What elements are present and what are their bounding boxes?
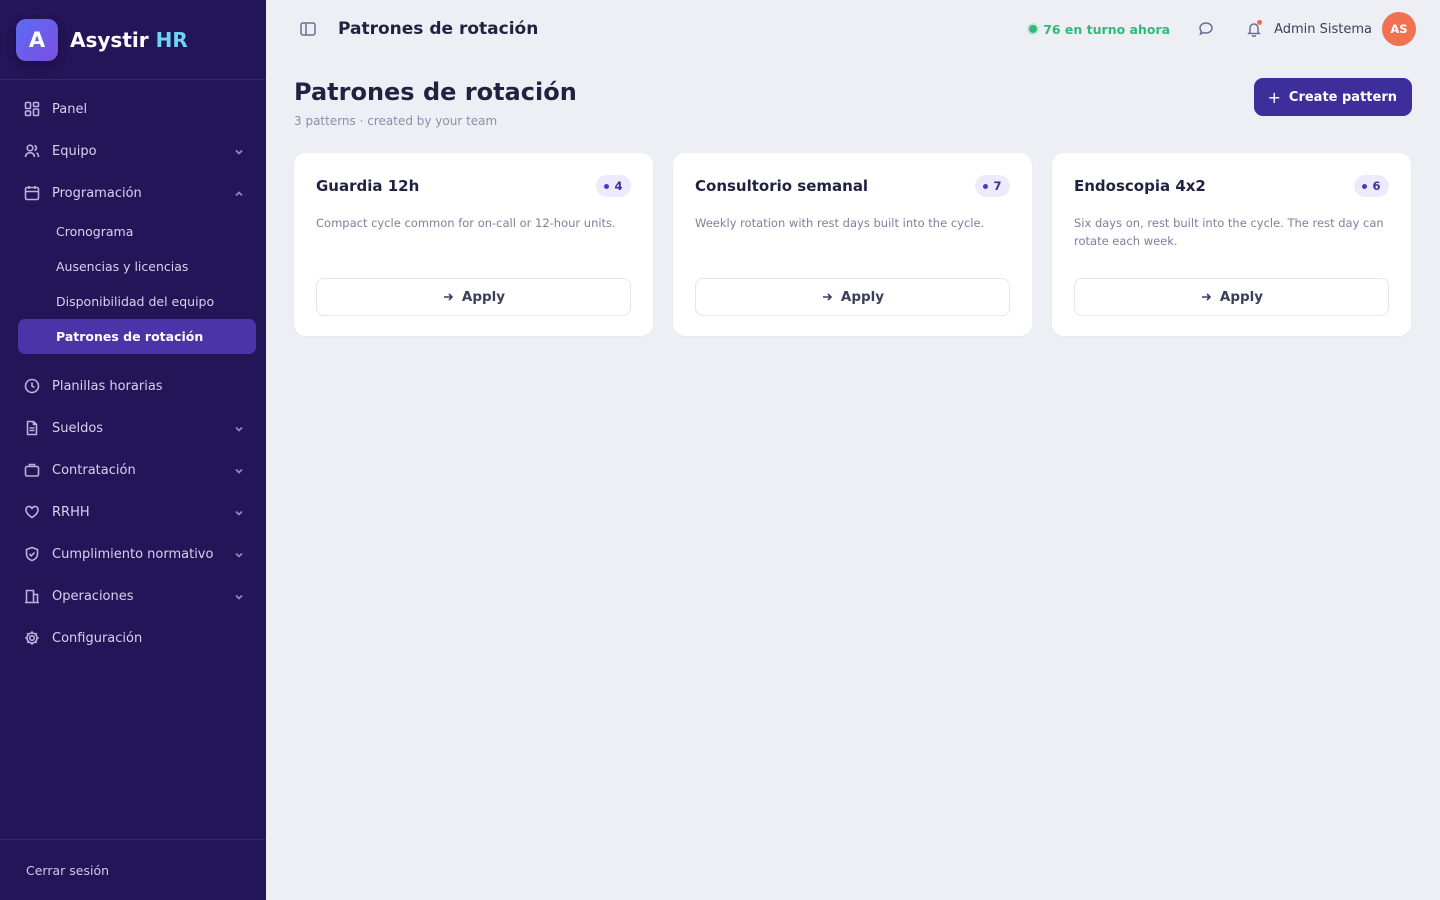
- arrow-right-icon: [1200, 291, 1212, 303]
- chevron-down-icon: [234, 549, 244, 559]
- arrow-right-icon: [821, 291, 833, 303]
- avatar[interactable]: AS: [1382, 12, 1416, 46]
- pattern-description: Six days on, rest built into the cycle. …: [1074, 216, 1384, 248]
- sidebar-item-label: Contratación: [52, 462, 136, 478]
- sidebar-item-label: Cumplimiento normativo: [52, 546, 214, 562]
- on-duty-label: 76 en turno ahora: [1043, 21, 1171, 37]
- sidebar-subitem-patrones[interactable]: Patrones de rotación: [18, 319, 256, 354]
- sidebar-item-contratacion[interactable]: Contratación: [0, 449, 266, 491]
- chevron-down-icon: [234, 146, 244, 156]
- count-badge: 6: [1354, 175, 1389, 197]
- apply-label: Apply: [840, 289, 885, 305]
- sidebar-item-sueldos[interactable]: Sueldos: [0, 407, 266, 449]
- sidebar-item-label: RRHH: [52, 504, 90, 520]
- sidebar-item-label: Equipo: [52, 143, 97, 159]
- sidebar-item-label: Sueldos: [52, 420, 104, 436]
- brand-name-main: Asystir: [70, 27, 149, 52]
- sidebar-item-label: Configuración: [52, 630, 143, 646]
- pattern-title: Guardia 12h: [316, 177, 420, 195]
- user-name[interactable]: Admin Sistema: [1274, 22, 1372, 37]
- pattern-cards: Guardia 12h 4 Compact cycle common for o…: [294, 153, 1412, 336]
- apply-label: Apply: [461, 289, 506, 305]
- dot-icon: [1362, 183, 1368, 189]
- sidebar-item-label: Operaciones: [52, 588, 134, 604]
- briefcase-icon: [24, 462, 40, 478]
- brand[interactable]: A Asystir HR: [0, 0, 266, 80]
- shield-icon: [24, 546, 40, 562]
- sidebar-item-label: Panel: [52, 101, 88, 117]
- logout-button[interactable]: Cerrar sesión: [0, 839, 266, 900]
- chat-icon[interactable]: [1196, 19, 1216, 39]
- page-header: Patrones de rotación 3 patterns · create…: [294, 78, 1412, 128]
- count-value: 7: [993, 179, 1002, 193]
- bell-icon[interactable]: [1244, 19, 1264, 39]
- on-duty-status[interactable]: 76 en turno ahora: [1029, 22, 1170, 37]
- users-icon: [24, 143, 40, 159]
- page-title: Patrones de rotación: [294, 78, 577, 106]
- heart-icon: [24, 504, 40, 520]
- sidebar-item-equipo[interactable]: Equipo: [0, 130, 266, 172]
- arrow-right-icon: [442, 291, 454, 303]
- pattern-card: Endoscopia 4x2 6 Six days on, rest built…: [1052, 153, 1411, 336]
- sidebar-subitem-cronograma[interactable]: Cronograma: [0, 214, 266, 249]
- sidebar-item-operaciones[interactable]: Operaciones: [0, 575, 266, 617]
- brand-name: Asystir HR: [70, 28, 188, 52]
- logo: A: [16, 18, 58, 61]
- building-icon: [24, 588, 40, 604]
- clock-icon: [24, 378, 40, 394]
- calendar-icon: [24, 185, 40, 201]
- sidebar-item-label: Planillas horarias: [52, 378, 163, 394]
- sidebar-item-label: Programación: [52, 185, 142, 201]
- dashboard-icon: [24, 101, 40, 117]
- dot-icon: [983, 183, 989, 189]
- status-dot-icon: [1029, 25, 1038, 33]
- pattern-card: Consultorio semanal 7 Weekly rotation wi…: [673, 153, 1032, 336]
- pattern-description: Compact cycle common for on-call or 12-h…: [316, 216, 616, 230]
- chevron-down-icon: [234, 507, 244, 517]
- pattern-title: Endoscopia 4x2: [1074, 177, 1206, 195]
- sidebar-nav: Panel Equipo Programación Cronograma Aus…: [0, 80, 266, 659]
- chevron-up-icon: [234, 188, 244, 198]
- apply-button[interactable]: Apply: [316, 278, 631, 316]
- apply-button[interactable]: Apply: [1074, 278, 1389, 316]
- count-value: 4: [614, 179, 623, 193]
- chevron-down-icon: [234, 423, 244, 433]
- sidebar-item-configuracion[interactable]: Configuración: [0, 617, 266, 659]
- sidebar: A Asystir HR Panel Equipo Programación C…: [0, 0, 266, 900]
- count-badge: 4: [596, 175, 631, 197]
- pattern-title: Consultorio semanal: [695, 177, 869, 195]
- chevron-down-icon: [234, 465, 244, 475]
- brand-name-accent: HR: [155, 27, 188, 52]
- topbar-title: Patrones de rotación: [338, 19, 539, 39]
- sidebar-item-cumplimiento[interactable]: Cumplimiento normativo: [0, 533, 266, 575]
- gear-icon: [24, 630, 40, 646]
- pattern-card: Guardia 12h 4 Compact cycle common for o…: [294, 153, 653, 336]
- count-value: 6: [1372, 179, 1381, 193]
- sidebar-toggle-icon[interactable]: [298, 19, 318, 39]
- create-pattern-label: Create pattern: [1288, 89, 1397, 105]
- chevron-down-icon: [234, 591, 244, 601]
- apply-label: Apply: [1219, 289, 1264, 305]
- apply-button[interactable]: Apply: [695, 278, 1010, 316]
- document-icon: [24, 420, 40, 436]
- sidebar-subitem-ausencias[interactable]: Ausencias y licencias: [0, 249, 266, 284]
- sidebar-item-programacion[interactable]: Programación: [0, 172, 266, 214]
- topbar: Patrones de rotación 76 en turno ahora A…: [266, 0, 1440, 58]
- sidebar-subitem-disponibilidad[interactable]: Disponibilidad del equipo: [0, 284, 266, 319]
- sidebar-item-rrhh[interactable]: RRHH: [0, 491, 266, 533]
- sidebar-item-planillas[interactable]: Planillas horarias: [0, 365, 266, 407]
- dot-icon: [604, 183, 610, 189]
- create-pattern-button[interactable]: + Create pattern: [1253, 78, 1412, 116]
- pattern-description: Weekly rotation with rest days built int…: [695, 216, 985, 230]
- plus-icon: +: [1267, 87, 1281, 107]
- count-badge: 7: [975, 175, 1010, 197]
- page-subtitle: 3 patterns · created by your team: [294, 114, 498, 128]
- sidebar-item-panel[interactable]: Panel: [0, 88, 266, 130]
